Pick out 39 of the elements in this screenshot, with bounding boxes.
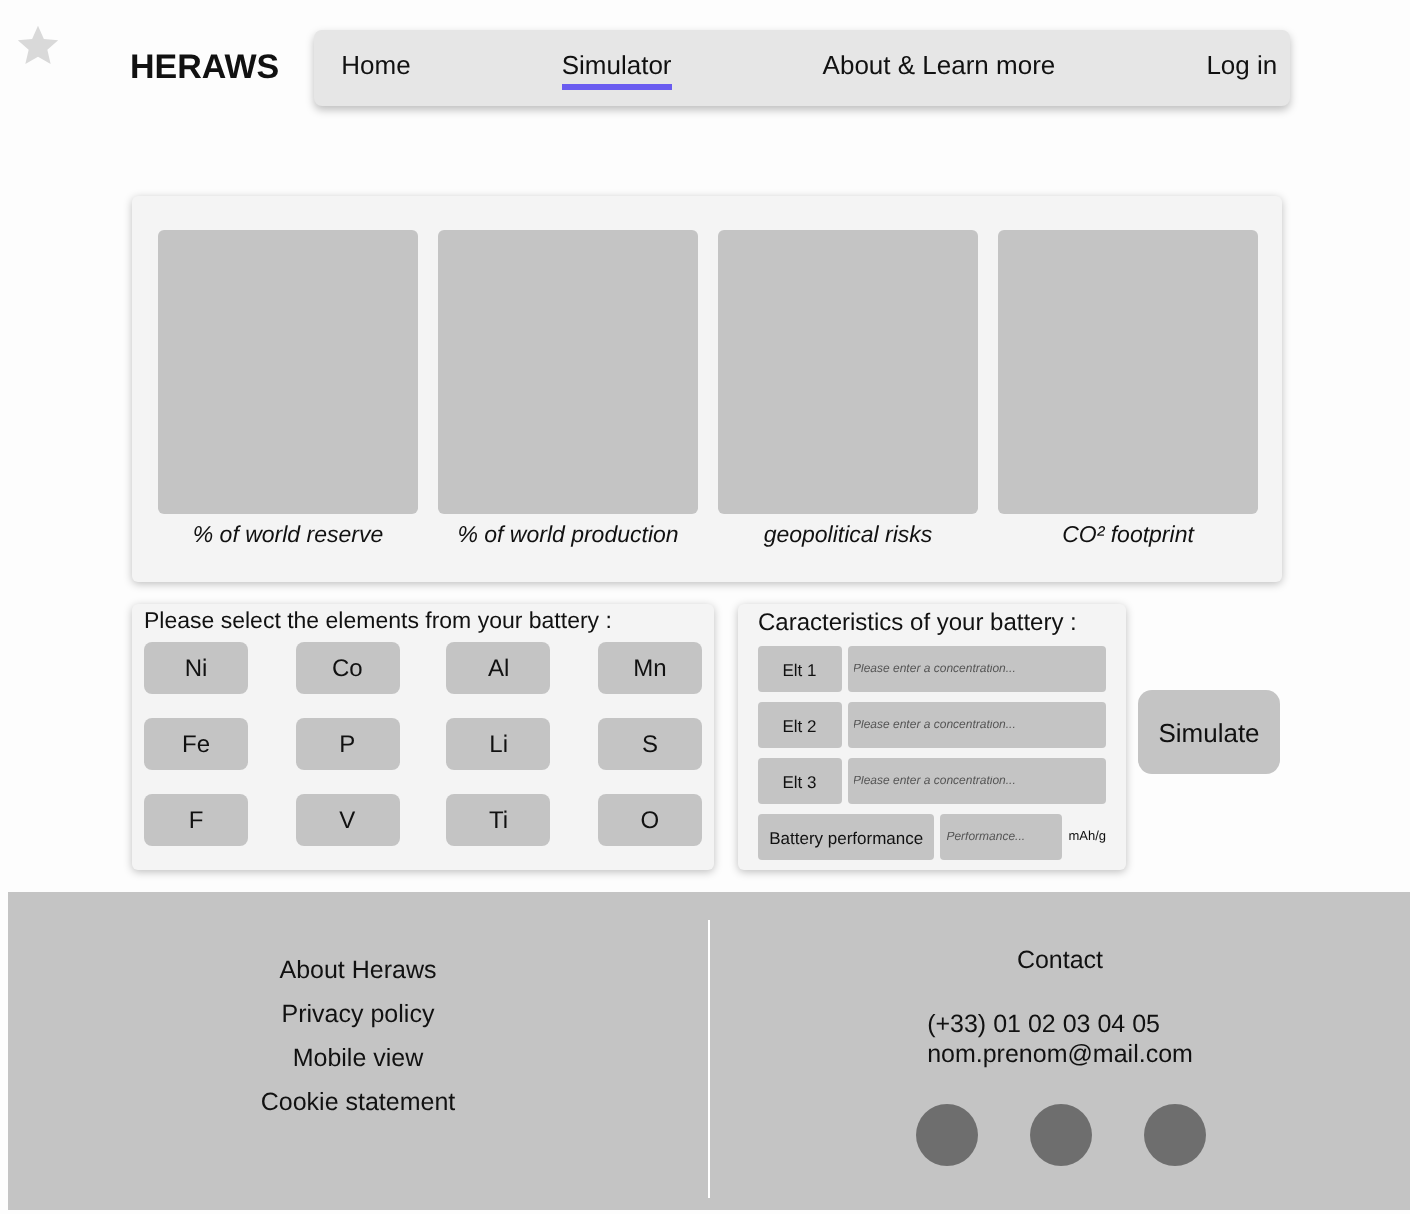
contact-title: Contact [1016, 946, 1104, 974]
element-label: Elt 2 [758, 702, 841, 748]
nav-link[interactable]: About & Learn more [822, 46, 1056, 90]
element-button[interactable]: Al [446, 642, 551, 694]
email-address: nom.prenom@mail.com [927, 1040, 1193, 1070]
panel-title: Caracteristics of your battery : [758, 608, 1079, 636]
nav-link[interactable]: Log in [1206, 46, 1278, 90]
element-button[interactable]: Ni [144, 642, 248, 694]
footer-link[interactable]: About Heraws [279, 956, 437, 984]
element-button[interactable]: P [295, 718, 400, 770]
nav-link[interactable]: Simulator [561, 46, 672, 90]
indicator-caption: % of world production [457, 524, 679, 548]
social-icon[interactable] [1029, 1104, 1091, 1166]
indicator-caption: geopolitical risks [763, 524, 933, 548]
element-button[interactable]: Mn [597, 642, 702, 694]
panel-title: Please select the elements from your battery : [144, 610, 614, 634]
nav-link[interactable]: Home [341, 46, 411, 90]
element-button[interactable]: V [295, 794, 400, 846]
simulate-button[interactable]: Simulate [1138, 690, 1280, 774]
footer-link[interactable]: Cookie statement [260, 1088, 456, 1116]
element-button[interactable]: O [597, 794, 702, 846]
phone-number: (+33) 01 02 03 04 05 [927, 1010, 1162, 1040]
social-icon[interactable] [1143, 1104, 1205, 1166]
social-icon[interactable] [915, 1104, 977, 1166]
element-button[interactable]: S [597, 718, 702, 770]
star-icon [16, 24, 60, 68]
footer-link[interactable]: Mobile view [292, 1044, 424, 1072]
logo: HERAWS [130, 48, 280, 88]
element-button[interactable]: Li [446, 718, 551, 770]
indicator-caption: % of world reserve [192, 524, 384, 548]
footer-link[interactable]: Privacy policy [281, 1000, 435, 1028]
element-label: Elt 1 [758, 646, 841, 692]
performance-label: Battery performance [758, 814, 935, 860]
element-button[interactable]: Co [295, 642, 400, 694]
element-button[interactable]: Fe [144, 718, 248, 770]
element-button[interactable]: F [144, 794, 248, 846]
element-label: Elt 3 [758, 758, 841, 804]
element-button[interactable]: Ti [446, 794, 551, 846]
indicator-caption: CO² footprint [1062, 524, 1194, 548]
